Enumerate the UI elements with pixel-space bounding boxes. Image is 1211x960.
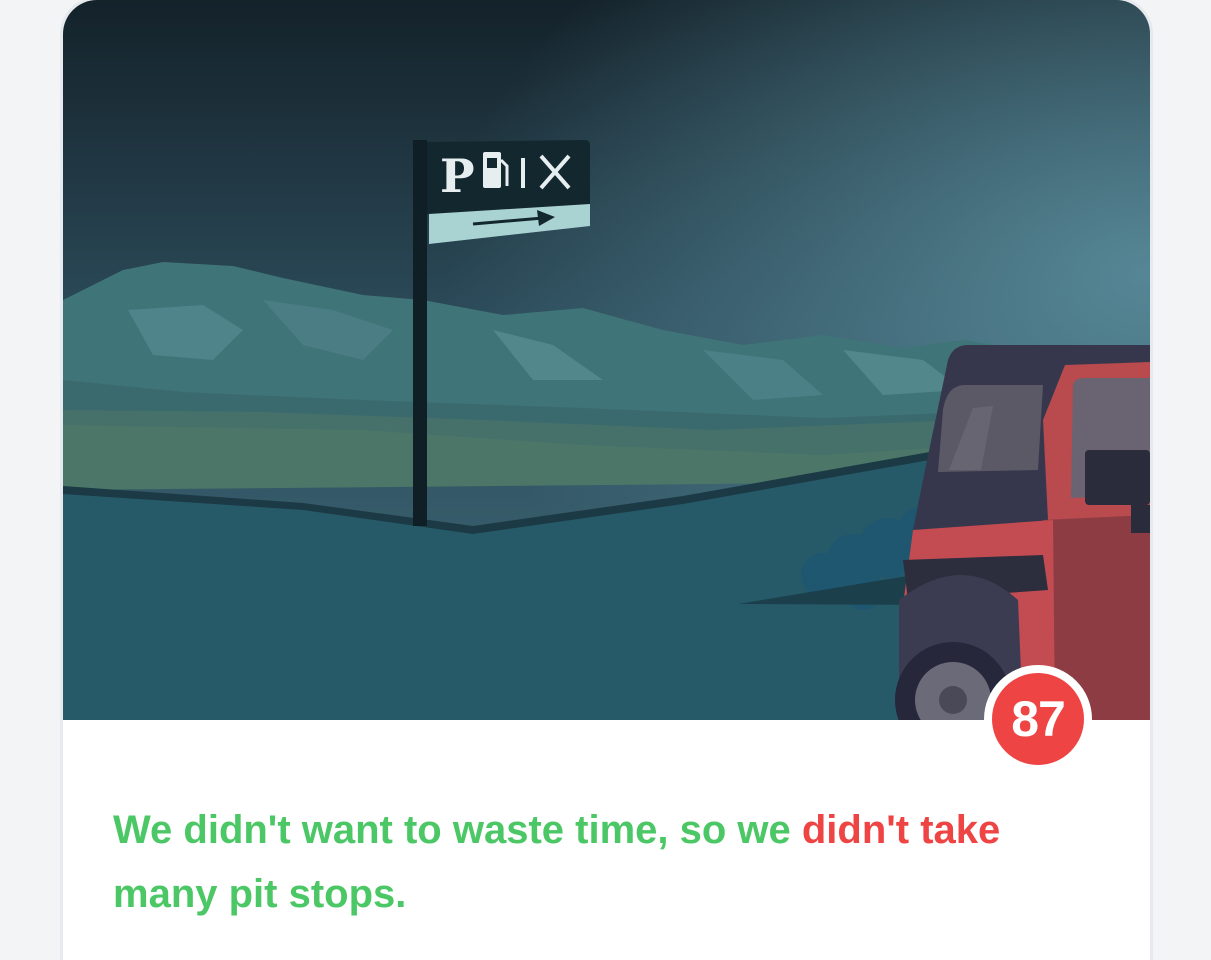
sentence-text: We didn't want to waste time, so we didn…	[113, 798, 1093, 926]
question-card: P 87 We didn't want to waste time, so we…	[63, 0, 1150, 960]
score-badge: 87	[984, 665, 1092, 773]
sentence-part-2: many pit stops.	[113, 872, 407, 916]
score-value: 87	[992, 673, 1084, 765]
fork-icon	[521, 158, 525, 188]
roadside-illustration: P	[63, 0, 1150, 720]
sentence-highlight: didn't take	[801, 808, 1001, 852]
fuel-pump-icon	[483, 152, 501, 188]
sign-parking-letter: P	[440, 149, 475, 203]
sentence-part-1: We didn't want to waste time, so we	[113, 808, 802, 852]
